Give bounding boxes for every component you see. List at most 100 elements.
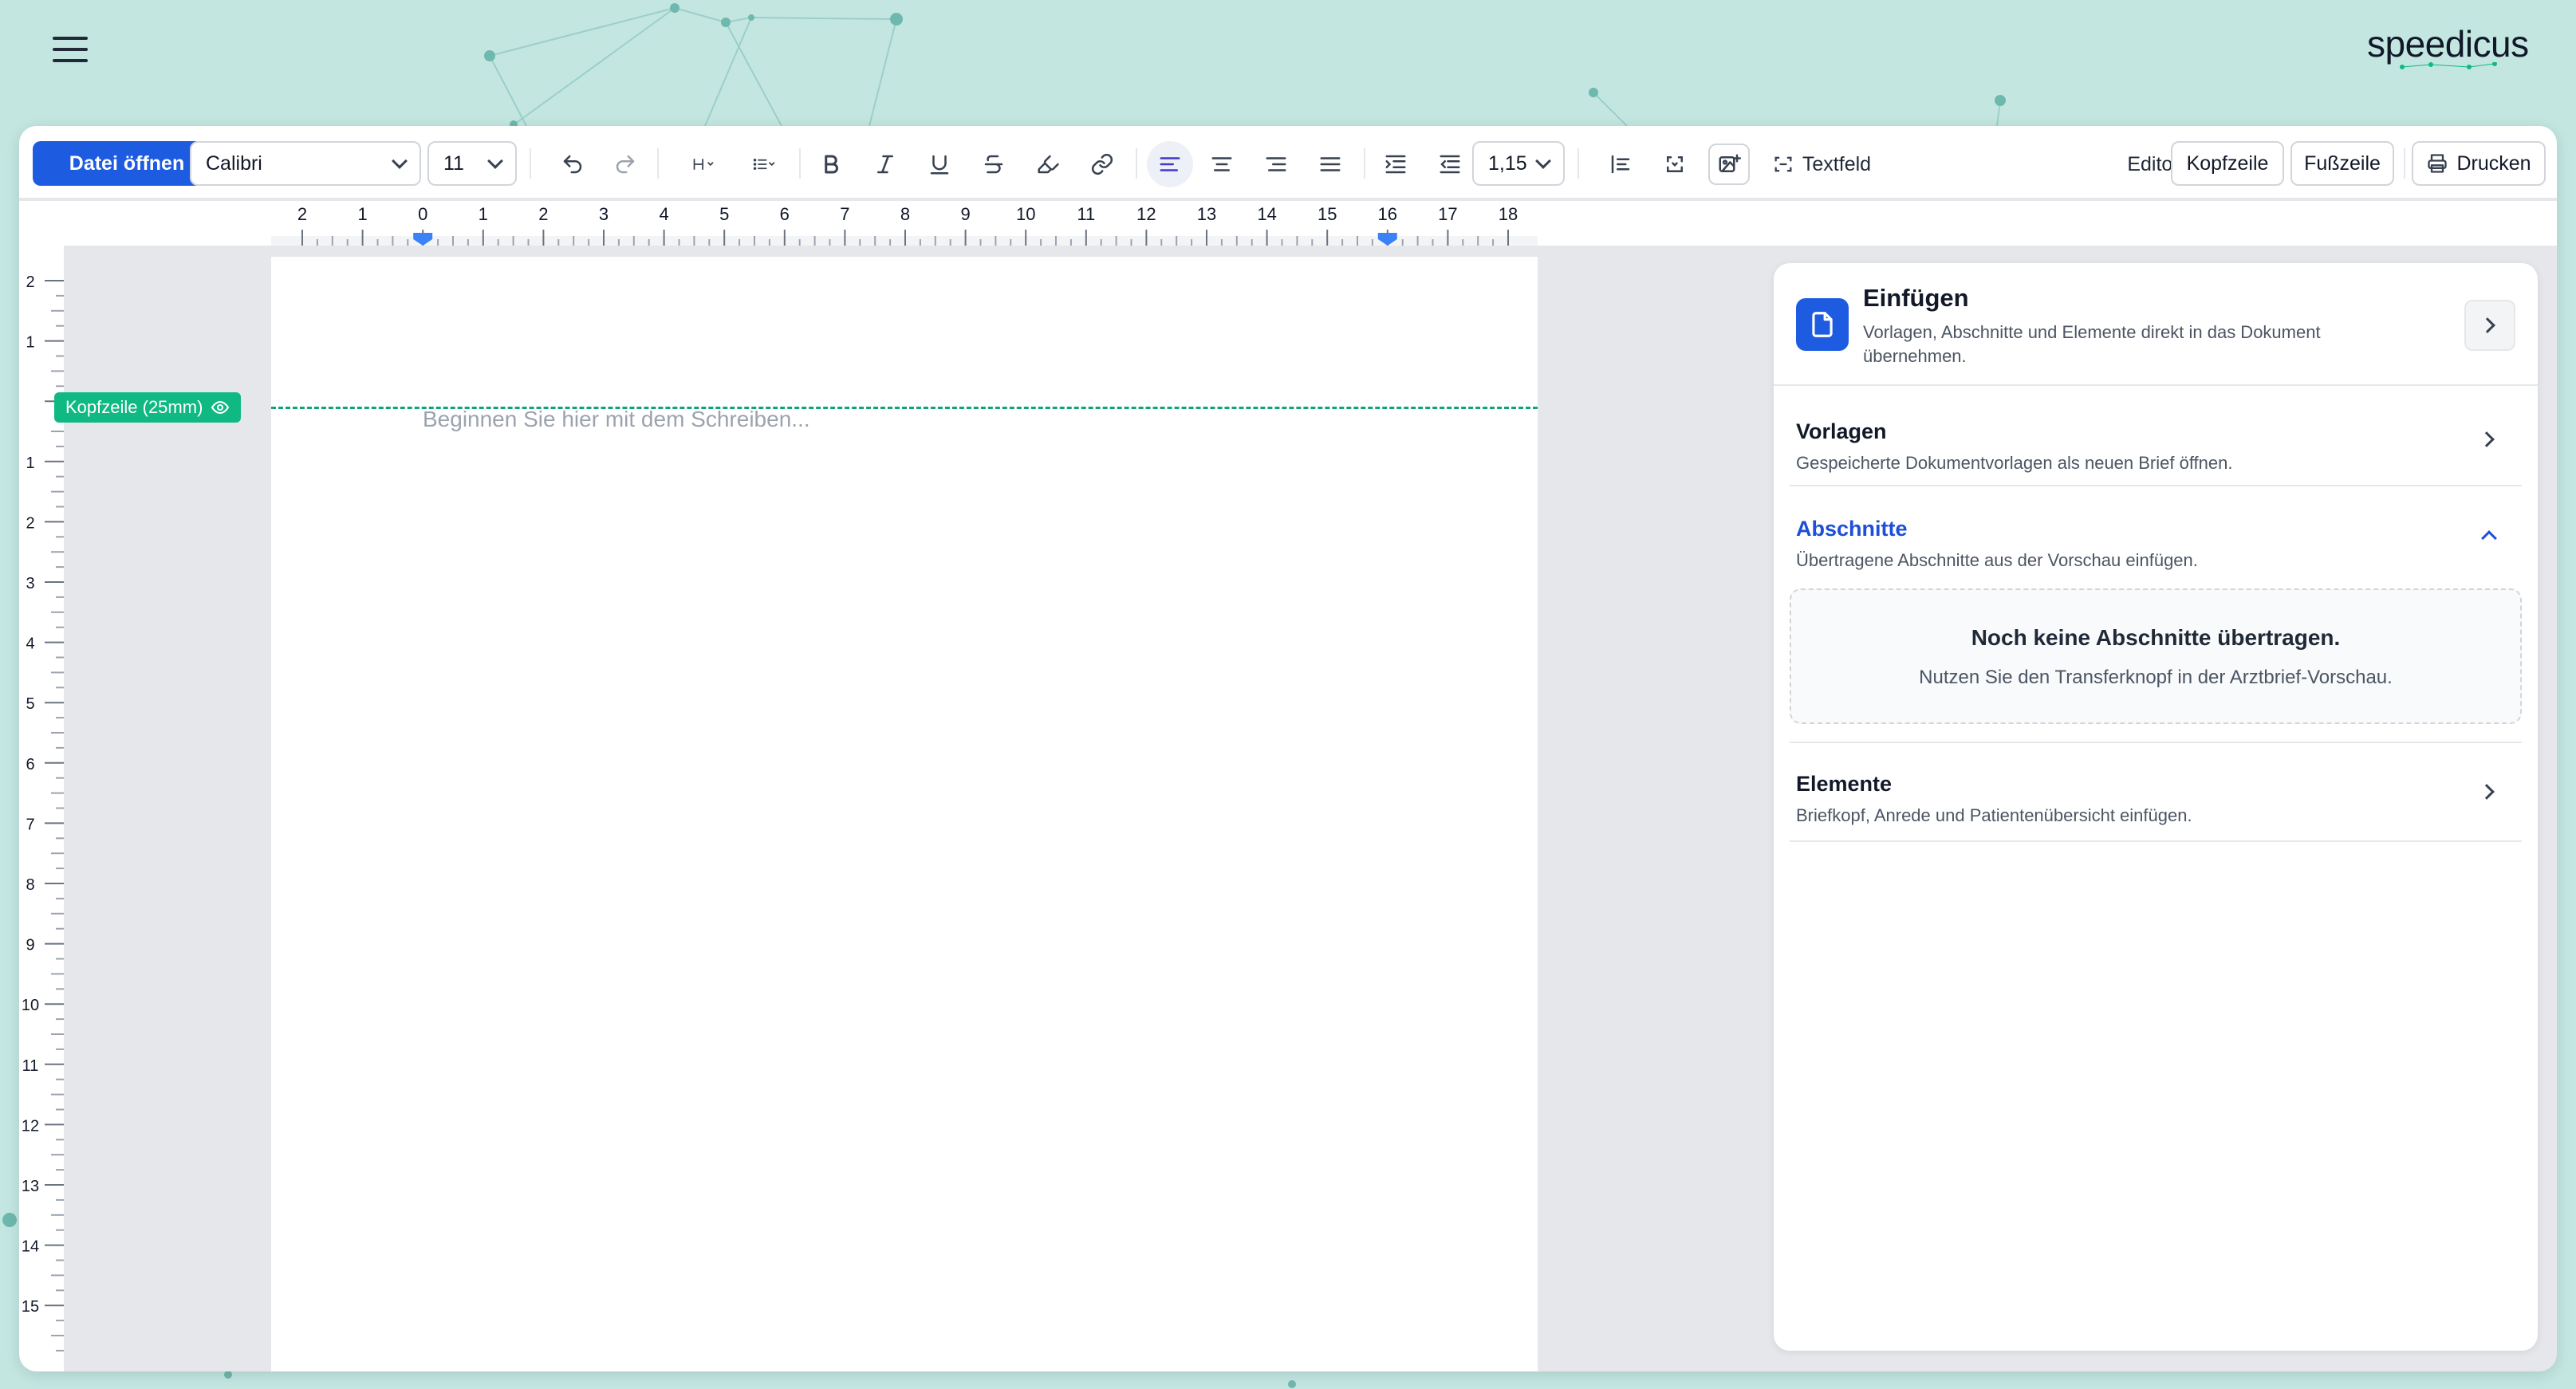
chevron-down-icon [1535, 153, 1551, 169]
footer-button[interactable]: Fußzeile [2290, 141, 2394, 186]
align-justify-icon[interactable] [1310, 144, 1351, 185]
redo-icon[interactable] [605, 144, 646, 185]
toolbar-divider [2404, 148, 2405, 179]
section-templates[interactable]: Vorlagen Gespeicherte Dokumentvorlagen a… [1790, 388, 2522, 486]
align-right-icon[interactable] [1255, 144, 1297, 185]
ruler-label: 3 [26, 575, 34, 592]
font-size-value: 11 [443, 151, 464, 175]
ruler-label: 12 [22, 1117, 39, 1135]
header-badge[interactable]: Kopfzeile (25mm) [54, 392, 242, 423]
ruler-label: 1 [26, 334, 34, 352]
ruler-label: 1 [479, 204, 488, 224]
toolbar-divider [530, 148, 531, 179]
ruler-label: 16 [1378, 204, 1397, 224]
horizontal-ruler: 2 1 0 1 2 3 4 5 6 7 8 9 10 11 12 13 14 15 16 17 18 [19, 201, 2557, 246]
ruler-label: 7 [840, 204, 849, 224]
ruler-label: 2 [26, 273, 34, 291]
print-label: Drucken [2456, 151, 2531, 175]
page-break-icon[interactable] [1654, 144, 1696, 185]
ruler-label: 2 [297, 204, 307, 224]
ruler-label: 11 [1077, 204, 1095, 224]
line-height-select[interactable]: 1,15 [1472, 141, 1565, 186]
header-button[interactable]: Kopfzeile [2171, 141, 2284, 186]
outdent-icon[interactable] [1429, 144, 1471, 185]
insert-panel-title: Einfügen [1863, 284, 1969, 312]
ruler-label: 4 [26, 635, 34, 653]
chevron-right-icon [2477, 427, 2501, 451]
ruler-label: 5 [26, 695, 34, 713]
menu-icon[interactable] [53, 37, 88, 64]
empty-state-title: Noch keine Abschnitte übertragen. [1971, 625, 2341, 650]
insert-panel-subtitle: Vorlagen, Abschnitte und Elemente direkt… [1863, 322, 2321, 366]
chevron-down-icon [487, 153, 503, 169]
textfield-label: Textfeld [1802, 152, 1872, 175]
ruler-label: 1 [26, 454, 34, 472]
chevron-right-icon [2479, 317, 2495, 333]
ruler-label: 9 [960, 204, 970, 224]
list-dropdown-icon[interactable] [740, 144, 788, 185]
link-icon[interactable] [1081, 144, 1123, 185]
header-badge-label: Kopfzeile (25mm) [65, 397, 203, 417]
elements-subtitle: Briefkopf, Anrede und Patientenübersicht… [1796, 805, 2192, 825]
ruler-label: 15 [22, 1298, 39, 1316]
textfield-button[interactable]: Textfeld [1758, 144, 1885, 185]
ruler-label: 3 [599, 204, 609, 224]
abschnitte-title: Abschnitte [1796, 517, 1908, 541]
ruler-label: 17 [1438, 204, 1457, 224]
insert-panel: Einfügen Vorlagen, Abschnitte und Elemen… [1774, 263, 2538, 1351]
toolbar-divider [1136, 148, 1137, 179]
ruler-label: 0 [418, 204, 427, 224]
logo-underline-dots [2400, 62, 2497, 69]
eye-icon[interactable] [211, 398, 230, 417]
ruler-label: 13 [1197, 204, 1216, 224]
ruler-label: 10 [22, 997, 39, 1014]
ruler-label: 6 [26, 756, 34, 773]
align-left-icon[interactable] [1147, 141, 1193, 187]
undo-icon[interactable] [552, 144, 593, 185]
chevron-up-icon [2477, 523, 2501, 547]
empty-state-subtitle: Nutzen Sie den Transferknopf in der Arzt… [1919, 667, 2393, 688]
ruler-label: 11 [22, 1057, 39, 1075]
abschnitte-empty-state: Noch keine Abschnitte übertragen. Nutzen… [1790, 588, 2522, 724]
ruler-label: 8 [900, 204, 910, 224]
bold-icon[interactable] [810, 144, 852, 185]
brand-logo: speedicus [2367, 23, 2529, 65]
insert-panel-header: Einfügen Vorlagen, Abschnitte und Elemen… [1774, 263, 2538, 386]
print-button[interactable]: Drucken [2412, 141, 2546, 186]
editor-window: Datei öffnen Calibri 11 1,15 Textfeld Ed… [19, 126, 2557, 1371]
paragraph-spacing-icon[interactable] [1600, 144, 1641, 185]
font-family-select[interactable]: Calibri [190, 141, 421, 186]
editor-placeholder[interactable]: Beginnen Sie hier mit dem Schreiben... [423, 407, 810, 432]
ruler-label: 2 [26, 514, 34, 532]
horizontal-ruler-scale: 2 1 0 1 2 3 4 5 6 7 8 9 10 11 12 13 14 15 16 17 18 [271, 204, 1538, 246]
font-size-select[interactable]: 11 [427, 141, 517, 186]
ruler-label: 9 [26, 937, 34, 954]
section-elements[interactable]: Elemente Briefkopf, Anrede und Patienten… [1790, 743, 2522, 842]
ruler-label: 4 [659, 204, 668, 224]
ruler-label: 14 [1257, 204, 1276, 224]
toolbar: Datei öffnen Calibri 11 1,15 Textfeld Ed… [19, 126, 2557, 199]
document-icon [1796, 298, 1849, 351]
panel-expand-button[interactable] [2464, 300, 2515, 351]
ruler-label: 2 [538, 204, 548, 224]
printer-icon [2428, 154, 2448, 173]
toolbar-divider [1364, 148, 1365, 179]
align-center-icon[interactable] [1201, 144, 1243, 185]
heading-dropdown-icon[interactable] [679, 144, 727, 185]
section-abschnitte[interactable]: Abschnitte Übertragene Abschnitte aus de… [1790, 486, 2522, 574]
insert-image-icon[interactable] [1708, 144, 1750, 185]
ruler-label: 13 [22, 1178, 39, 1195]
toolbar-divider [799, 148, 801, 179]
ruler-label: 14 [22, 1238, 39, 1256]
ruler-label: 12 [1136, 204, 1156, 224]
strikethrough-icon[interactable] [973, 144, 1014, 185]
indent-icon[interactable] [1375, 144, 1416, 185]
elements-title: Elemente [1796, 772, 1893, 796]
underline-icon[interactable] [919, 144, 960, 185]
font-family-value: Calibri [206, 151, 262, 175]
highlighter-icon[interactable] [1027, 144, 1069, 185]
italic-icon[interactable] [865, 144, 906, 185]
templates-title: Vorlagen [1796, 419, 1887, 443]
toolbar-divider [657, 148, 659, 179]
chevron-right-icon [2477, 780, 2501, 804]
